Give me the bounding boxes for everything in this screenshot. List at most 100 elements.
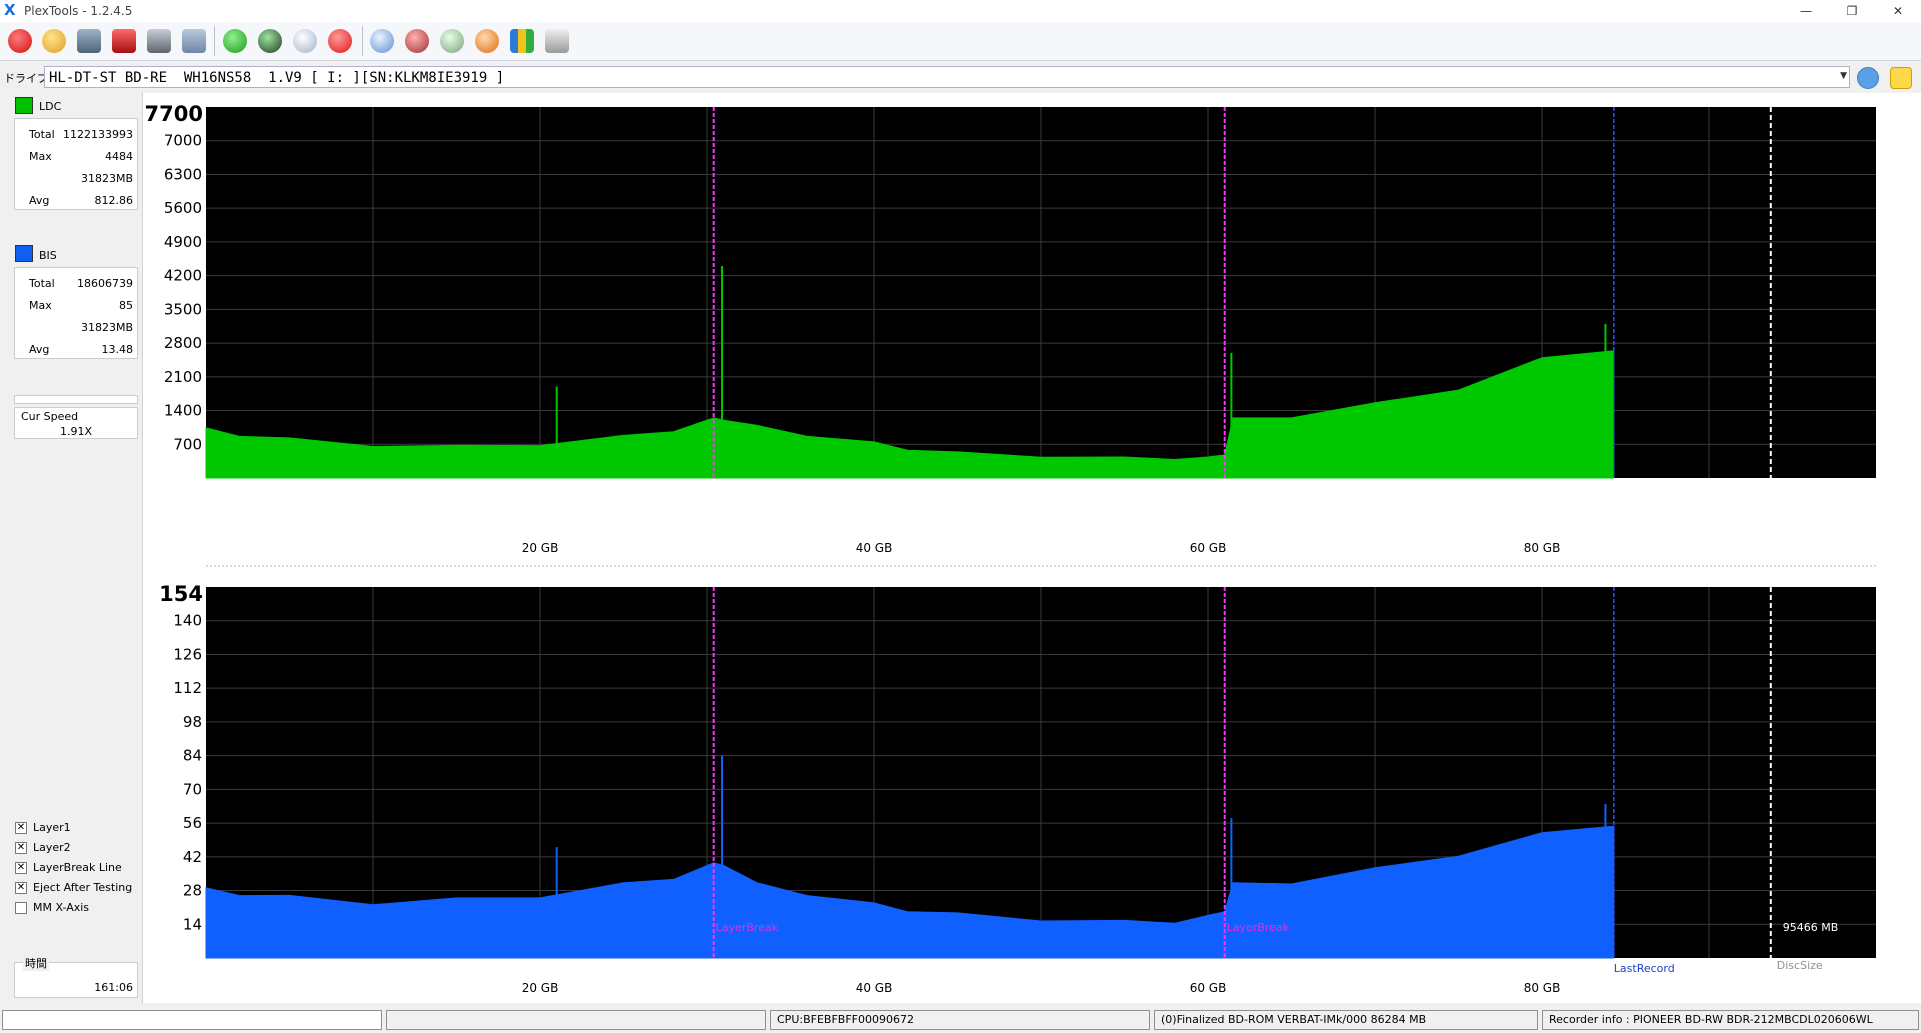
ldc-y-tick-label: 7000	[164, 132, 202, 150]
drive-label: ドライブ	[4, 72, 48, 85]
layer1-checkbox[interactable]: ✕	[15, 822, 27, 834]
toolbar-separator	[214, 26, 215, 56]
bis-layerbreak-label: LayerBreak	[1227, 921, 1290, 934]
disc-scan-icon[interactable]	[293, 29, 317, 53]
bis-x-tick-label: 60 GB	[1190, 981, 1227, 995]
bis-last-record-label: LastRecord	[1614, 962, 1675, 975]
toolbar	[0, 22, 1921, 61]
time-label: 時間	[23, 955, 49, 971]
copy-disc-icon[interactable]	[440, 29, 464, 53]
drive-tool-icon[interactable]	[147, 29, 171, 53]
status-progress-field	[2, 1010, 382, 1030]
disc-test-icon[interactable]	[112, 29, 136, 53]
status-cpu-field: CPU:BFEBFBFF00090672	[770, 1010, 1150, 1030]
bis-x-tick-label: 20 GB	[522, 981, 559, 995]
drive-select[interactable]: HL-DT-ST BD-RE WH16NS58 1.V9 [ I: ][SN:K…	[44, 66, 1850, 88]
bis-size-value: 31823MB	[80, 321, 133, 334]
layerbreak-line-checkbox[interactable]: ✕	[15, 862, 27, 874]
bis-x-tick-label: 80 GB	[1524, 981, 1561, 995]
bis-max-value: 85	[119, 299, 133, 312]
ldc-legend-swatch	[15, 97, 33, 114]
close-window-button[interactable]: ✕	[1875, 0, 1921, 22]
bis-y-tick-label: 84	[183, 747, 202, 765]
bis-legend-label: BIS	[39, 249, 57, 262]
toolbar-separator	[362, 26, 363, 56]
time-box: 時間 161:06	[14, 955, 138, 998]
ldc-y-tick-label: 6300	[164, 165, 202, 183]
layerbreak-line-label: LayerBreak Line	[33, 861, 122, 874]
ldc-x-tick-label: 60 GB	[1190, 541, 1227, 555]
refresh-icon[interactable]	[223, 29, 247, 53]
ldc-x-tick-label: 40 GB	[856, 541, 893, 555]
bis-x-tick-label: 40 GB	[856, 981, 893, 995]
speed-box: Cur Speed 1.91X	[14, 407, 138, 439]
drive-select-value: HL-DT-ST BD-RE WH16NS58 1.V9 [ I: ][SN:K…	[49, 70, 505, 86]
restore-button[interactable]: ❐	[1829, 0, 1875, 22]
ldc-y-tick-label: 2100	[164, 368, 202, 386]
ldc-max-value: 4484	[105, 150, 133, 163]
ldc-y-tick-label: 4200	[164, 267, 202, 285]
ldc-y-tick-label: 5600	[164, 199, 202, 217]
ldc-y-max-label: 7700	[145, 102, 203, 126]
settings-tool-icon[interactable]	[182, 29, 206, 53]
ldc-x-tick-label: 80 GB	[1524, 541, 1561, 555]
bis-stats-box: Total 18606739 Max 85 31823MB Avg 13.48	[14, 267, 138, 359]
bis-y-tick-label: 126	[173, 645, 202, 663]
status-empty-field	[386, 1010, 766, 1030]
ldc-total-value: 1122133993	[63, 128, 133, 141]
mm-x-axis-label: MM X-Axis	[33, 901, 90, 914]
stop-icon[interactable]	[328, 29, 352, 53]
lock-icon[interactable]	[1890, 67, 1912, 89]
ldc-y-tick-label: 700	[173, 435, 202, 453]
bis-y-tick-label: 14	[183, 915, 202, 933]
chart-area: 700 1400 2100 2800 3500 4200 4900 5600 6300 7000 7…	[143, 93, 1921, 1003]
bis-total-value: 18606739	[77, 277, 133, 290]
bis-y-max-label: 154	[159, 582, 203, 606]
bis-layerbreak-label: LayerBreak	[716, 921, 779, 934]
ldc-y-tick-label: 1400	[164, 402, 202, 420]
layer2-checkbox[interactable]: ✕	[15, 842, 27, 854]
ldc-avg-value: 812.86	[94, 194, 134, 207]
search-disc-icon[interactable]	[42, 29, 66, 53]
power-icon[interactable]	[8, 29, 32, 53]
drive-info-icon[interactable]	[77, 29, 101, 53]
bis-avg-label: Avg	[29, 343, 50, 356]
ldc-legend-label: LDC	[39, 100, 62, 113]
ldc-y-tick-label: 4900	[164, 233, 202, 251]
minimize-button[interactable]: —	[1783, 0, 1829, 22]
start-test-icon[interactable]	[258, 29, 282, 53]
speed-value: 1.91X	[59, 425, 93, 438]
status-disc-field: (0)Finalized BD-ROM VERBAT-IMk/000 86284…	[1154, 1010, 1538, 1030]
bis-disc-size-value: 95466 MB	[1783, 921, 1839, 934]
status-recorder-field: Recorder info : PIONEER BD-RW BDR-212MBC…	[1542, 1010, 1919, 1030]
chevron-down-icon[interactable]: ▼	[1840, 71, 1847, 81]
eject-after-testing-checkbox[interactable]: ✕	[15, 882, 27, 894]
bis-y-tick-label: 42	[183, 848, 202, 866]
ldc-size-value: 31823MB	[80, 172, 133, 185]
bis-legend-swatch	[15, 245, 33, 262]
ldc-y-tick-label: 3500	[164, 300, 202, 318]
bis-y-tick-label: 70	[183, 780, 202, 798]
ldc-avg-label: Avg	[29, 194, 50, 207]
bis-avg-value: 13.48	[101, 343, 134, 356]
print-icon[interactable]	[545, 29, 569, 53]
bis-max-label: Max	[29, 299, 52, 312]
mm-x-axis-checkbox[interactable]	[15, 902, 27, 914]
ldc-stats-box: Total 1122133993 Max 4484 31823MB Avg 81…	[14, 118, 138, 210]
hand-tool-icon[interactable]	[475, 29, 499, 53]
window-title: PlexTools - 1.2.4.5	[24, 4, 133, 18]
drive-bar: ドライブ HL-DT-ST BD-RE WH16NS58 1.V9 [ I: ]…	[0, 62, 1921, 92]
progress-bar	[14, 395, 138, 404]
eject-after-testing-label: Eject After Testing	[33, 881, 133, 894]
left-panel: LDC Total 1122133993 Max 4484 31823MB Av…	[8, 93, 140, 1003]
title-bar: X PlexTools - 1.2.4.5 — ❐ ✕	[0, 0, 1921, 22]
time-value: 161:06	[94, 981, 133, 994]
burn-icon[interactable]	[405, 29, 429, 53]
status-bar: CPU:BFEBFBFF00090672 (0)Finalized BD-ROM…	[0, 1005, 1921, 1033]
refresh-drive-icon[interactable]	[1857, 67, 1879, 89]
statistics-icon[interactable]	[510, 29, 534, 53]
disc-icon[interactable]	[370, 29, 394, 53]
ldc-total-label: Total	[29, 128, 55, 141]
chart-canvas: 700 1400 2100 2800 3500 4200 4900 5600 6300 7000 7…	[145, 102, 1876, 995]
bis-y-tick-label: 56	[183, 814, 202, 832]
